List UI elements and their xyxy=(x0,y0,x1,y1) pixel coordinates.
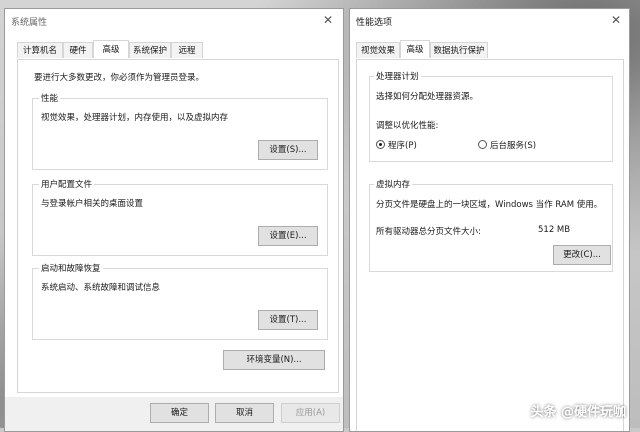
startup-recovery-group: 启动和故障恢复 系统启动、系统故障和调试信息 设置(T)... xyxy=(32,262,328,340)
advanced-panel: 处理器计划 选择如何分配处理器资源。 调整以优化性能: 程序(P) 后台服务(S… xyxy=(356,59,624,431)
advanced-panel: 要进行大多数更改，你必须作为管理员登录。 性能 视觉效果，处理器计划，内存使用，… xyxy=(17,59,339,393)
adjust-performance-label: 调整以优化性能: xyxy=(376,121,439,131)
paging-file-size-label: 所有驱动器总分页文件大小: xyxy=(376,227,481,237)
apply-button[interactable]: 应用(A) xyxy=(281,403,340,423)
environment-variables-button[interactable]: 环境变量(N)... xyxy=(223,350,325,370)
tab-computer-name[interactable]: 计算机名 xyxy=(17,42,63,58)
radio-selected-dot xyxy=(379,143,382,146)
paging-file-size-value: 512 MB xyxy=(538,225,571,235)
tab-remote[interactable]: 远程 xyxy=(171,42,203,58)
system-properties-window: 系统属性 ✕ 计算机名 硬件 高级 系统保护 远程 要进行大多数更改，你必须作为… xyxy=(4,8,344,432)
user-profiles-title: 用户配置文件 xyxy=(39,178,95,190)
startup-recovery-settings-button[interactable]: 设置(T)... xyxy=(258,310,318,330)
programs-radio[interactable] xyxy=(376,140,385,149)
close-icon[interactable]: ✕ xyxy=(319,11,337,29)
virtual-memory-group: 虚拟内存 分页文件是硬盘上的一块区域，Windows 当作 RAM 使用。 所有… xyxy=(369,178,613,272)
close-icon[interactable]: ✕ xyxy=(607,11,625,29)
tab-strip: 计算机名 硬件 高级 系统保护 远程 xyxy=(5,40,343,59)
performance-settings-button[interactable]: 设置(S)... xyxy=(258,140,318,160)
tab-advanced[interactable]: 高级 xyxy=(93,40,129,58)
startup-recovery-description: 系统启动、系统故障和调试信息 xyxy=(41,283,161,293)
cancel-button[interactable]: 取消 xyxy=(215,403,274,423)
user-profiles-settings-button[interactable]: 设置(E)... xyxy=(258,226,318,246)
dialog-footer: 确定 取消 应用(A) xyxy=(5,397,343,431)
programs-option-label[interactable]: 程序(P) xyxy=(388,139,417,151)
tab-system-protection[interactable]: 系统保护 xyxy=(129,42,171,58)
performance-title: 性能 xyxy=(39,92,61,104)
virtual-memory-title: 虚拟内存 xyxy=(374,178,413,190)
tab-advanced[interactable]: 高级 xyxy=(400,40,430,58)
window-title: 系统属性 xyxy=(11,18,48,28)
user-profiles-group: 用户配置文件 与登录帐户相关的桌面设置 设置(E)... xyxy=(32,178,328,256)
performance-group: 性能 视觉效果，处理器计划，内存使用，以及虚拟内存 设置(S)... xyxy=(32,92,328,170)
ok-button[interactable]: 确定 xyxy=(150,403,209,423)
tab-data-execution-prevention[interactable]: 数据执行保护 xyxy=(430,42,488,58)
watermark: 头条 @硬件玩咖 xyxy=(530,405,626,420)
startup-recovery-title: 启动和故障恢复 xyxy=(39,262,103,274)
tab-visual-effects[interactable]: 视觉效果 xyxy=(356,42,400,58)
window-title: 性能选项 xyxy=(356,18,393,28)
tab-strip: 视觉效果 高级 数据执行保护 xyxy=(350,40,629,59)
background-services-option-label[interactable]: 后台服务(S) xyxy=(490,139,536,151)
title-bar: 性能选项 ✕ xyxy=(350,9,629,33)
virtual-memory-description: 分页文件是硬盘上的一块区域，Windows 当作 RAM 使用。 xyxy=(376,200,603,210)
title-bar: 系统属性 ✕ xyxy=(5,9,343,33)
user-profiles-description: 与登录帐户相关的桌面设置 xyxy=(41,199,144,209)
change-virtual-memory-button[interactable]: 更改(C)... xyxy=(553,245,611,265)
performance-options-window: 性能选项 ✕ 视觉效果 高级 数据执行保护 处理器计划 选择如何分配处理器资源。… xyxy=(349,8,630,432)
background-services-radio[interactable] xyxy=(478,140,487,149)
performance-description: 视觉效果，处理器计划，内存使用，以及虚拟内存 xyxy=(41,113,229,123)
processor-scheduling-description: 选择如何分配处理器资源。 xyxy=(376,92,479,102)
admin-notice: 要进行大多数更改，你必须作为管理员登录。 xyxy=(34,73,205,83)
processor-scheduling-title: 处理器计划 xyxy=(374,70,421,82)
processor-scheduling-group: 处理器计划 选择如何分配处理器资源。 调整以优化性能: 程序(P) 后台服务(S… xyxy=(369,70,613,162)
tab-hardware[interactable]: 硬件 xyxy=(63,42,93,58)
